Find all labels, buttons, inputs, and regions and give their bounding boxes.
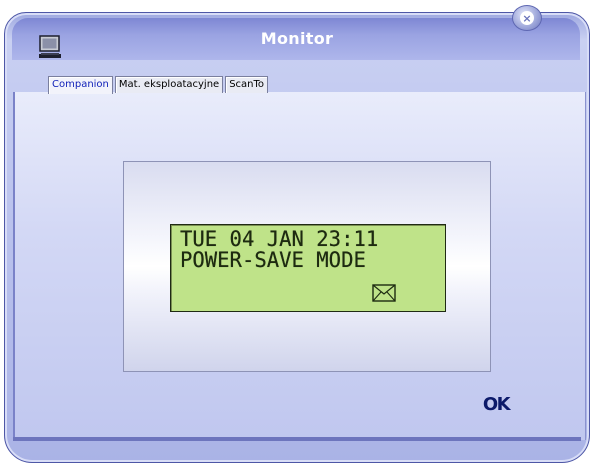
lcd-line-1: TUE 04 JAN 23:11 bbox=[180, 227, 379, 251]
tab-companion[interactable]: Companion bbox=[48, 76, 113, 94]
tab-scanto[interactable]: ScanTo bbox=[225, 76, 269, 93]
close-icon: × bbox=[520, 11, 534, 25]
tab-mat-eksploatacyjne[interactable]: Mat. eksploatacyjne bbox=[114, 76, 224, 93]
lcd-display: TUE 04 JAN 23:11 POWER-SAVE MODE bbox=[170, 224, 446, 312]
lcd-line-2: POWER-SAVE MODE bbox=[180, 248, 366, 272]
window-title: Monitor bbox=[260, 29, 334, 48]
ok-button[interactable]: OK bbox=[480, 393, 512, 417]
tab-bar: Companion Mat. eksploatacyjne ScanTo bbox=[48, 76, 270, 94]
close-button[interactable]: × bbox=[512, 5, 542, 31]
envelope-icon bbox=[372, 284, 396, 302]
bottom-border bbox=[13, 437, 581, 441]
